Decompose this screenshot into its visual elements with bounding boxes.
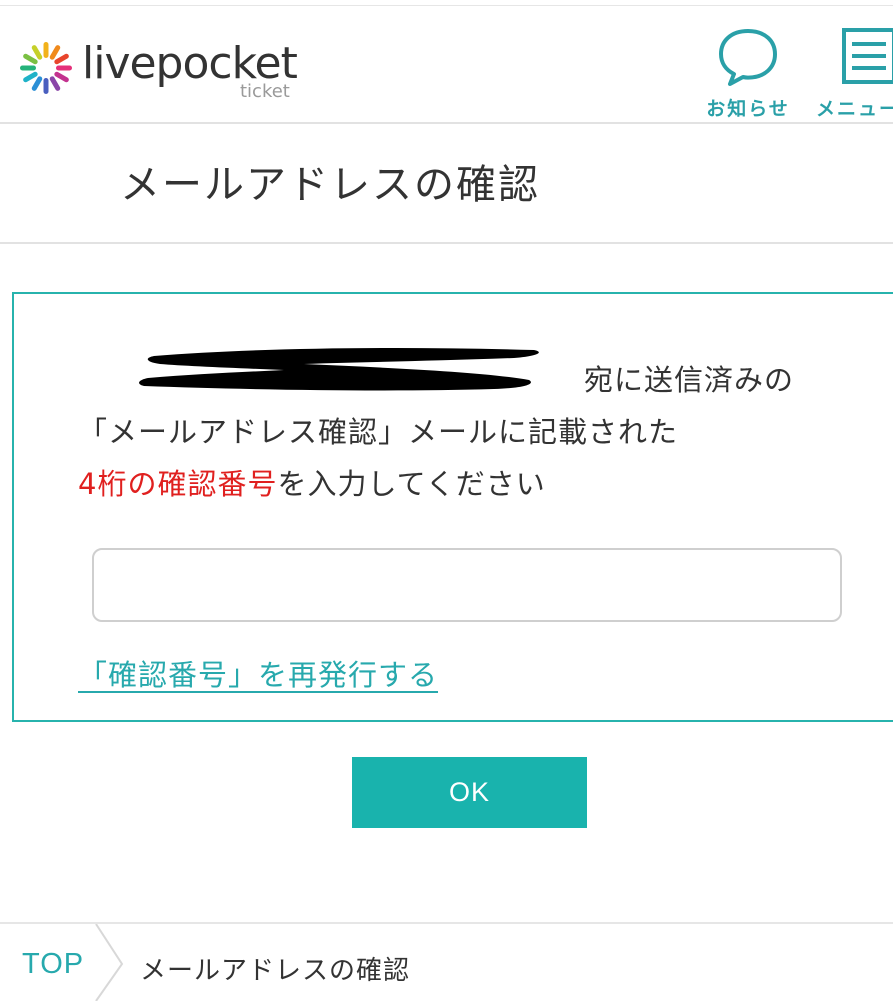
hamburger-menu-icon	[842, 28, 893, 84]
flower-logo-icon	[20, 42, 72, 94]
code-digits-highlight: 4桁の確認番号	[78, 467, 278, 501]
instruction-line-2: 「メールアドレス確認」メールに記載された	[78, 415, 679, 449]
chevron-right-icon	[95, 924, 124, 1001]
menu-button[interactable]: メニュー	[814, 26, 893, 120]
instruction-rest: を入力してください	[277, 467, 546, 501]
news-label: お知らせ	[706, 98, 790, 120]
verification-code-input[interactable]	[92, 548, 842, 622]
reissue-code-link[interactable]: 「確認番号」を再発行する	[78, 652, 438, 694]
news-button[interactable]: お知らせ	[702, 26, 794, 120]
breadcrumb-current: メールアドレスの確認	[140, 956, 411, 986]
speech-bubble-icon	[719, 29, 777, 86]
title-bar: メールアドレスの確認	[0, 124, 893, 244]
livepocket-logo[interactable]: livepocket ticket	[18, 32, 318, 112]
breadcrumb-top-link[interactable]: TOP	[22, 948, 84, 981]
logo-subtitle: ticket	[240, 81, 290, 102]
instruction-line-1: 宛に送信済みの	[584, 363, 795, 397]
site-header: livepocket ticket お知らせ メニュー	[0, 6, 893, 124]
instruction-line-3: 4桁の確認番号を入力してください	[78, 464, 546, 504]
menu-label: メニュー	[816, 98, 893, 120]
redacted-email	[139, 348, 539, 391]
verification-form: 宛に送信済みの 「メールアドレス確認」メールに記載された 4桁の確認番号を入力し…	[12, 292, 893, 722]
page-title: メールアドレスの確認	[120, 162, 540, 208]
breadcrumb: TOP メールアドレスの確認	[0, 922, 893, 1001]
ok-button[interactable]: OK	[352, 757, 587, 828]
